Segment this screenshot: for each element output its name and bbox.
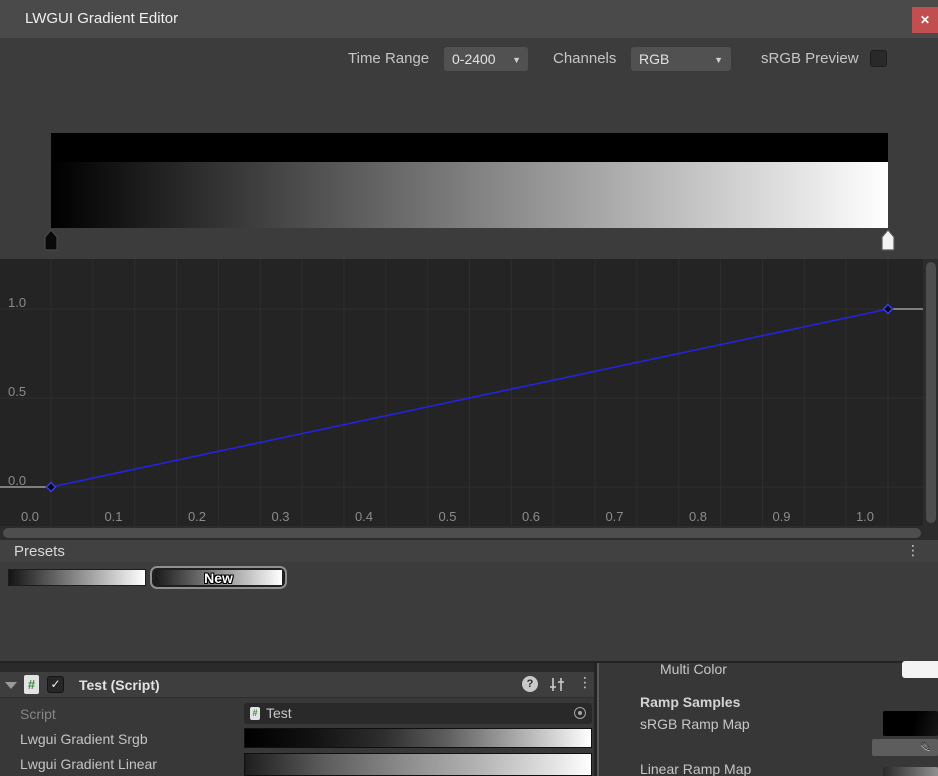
check-icon: ✓ — [50, 677, 60, 691]
linear-ramp-label: Linear Ramp Map — [640, 761, 751, 776]
lwgui-gradient-editor-window: LWGUI Gradient Editor ✕ Time Range 0-240… — [0, 0, 938, 776]
pencil-icon: ✎ — [920, 739, 931, 755]
preset-swatch-new[interactable]: New — [150, 566, 287, 589]
material-panel: Multi Color Ramp Samples sRGB Ramp Map ✎… — [599, 663, 938, 776]
gradient-linear-field[interactable] — [244, 753, 592, 776]
vertical-scrollbar-handle[interactable] — [926, 262, 936, 523]
edit-ramp-button[interactable]: ✎ — [872, 739, 938, 756]
ramp-samples-header: Ramp Samples — [640, 694, 740, 710]
inspector-panel: # ✓ Test (Script) ? ⋮ Script # Test Lwgu… — [0, 663, 594, 776]
x-axis-tick-label: 0.3 — [266, 509, 296, 524]
window-title: LWGUI Gradient Editor — [25, 10, 178, 27]
presets-manager-icon[interactable] — [548, 676, 566, 693]
x-axis-tick-label: 0.5 — [433, 509, 463, 524]
x-axis-tick-label: 0.2 — [182, 509, 212, 524]
gradient-key-left[interactable] — [44, 229, 58, 251]
csharp-script-icon: # — [250, 707, 260, 720]
srgb-preview-label: sRGB Preview — [761, 50, 859, 67]
time-range-value: 0-2400 — [452, 51, 496, 67]
channels-value: RGB — [639, 51, 669, 67]
inspector-top-gap — [0, 663, 594, 672]
close-icon: ✕ — [920, 13, 930, 27]
horizontal-scrollbar-handle[interactable] — [3, 528, 921, 538]
preset-new-label: New — [152, 570, 285, 586]
chevron-down-icon: ▼ — [512, 48, 521, 72]
gradient-srgb-label: Lwgui Gradient Srgb — [20, 731, 148, 747]
multi-color-swatch[interactable] — [902, 661, 938, 678]
x-axis-tick-label: 0.8 — [683, 509, 713, 524]
foldout-triangle-icon[interactable] — [5, 682, 17, 689]
time-range-dropdown[interactable]: 0-2400 ▼ — [444, 47, 528, 71]
channels-label: Channels — [553, 50, 616, 67]
linear-ramp-thumbnail[interactable] — [883, 767, 938, 776]
kebab-menu-icon[interactable]: ⋮ — [906, 542, 920, 559]
kebab-menu-icon[interactable]: ⋮ — [578, 674, 592, 691]
presets-header-bar: Presets ⋮ — [0, 540, 938, 562]
y-axis-tick-label: 0.5 — [8, 384, 32, 399]
x-axis-tick-label: 0.9 — [767, 509, 797, 524]
srgb-ramp-thumbnail[interactable] — [883, 711, 938, 736]
time-range-label: Time Range — [348, 50, 429, 67]
close-button[interactable]: ✕ — [912, 7, 938, 33]
script-object-value: Test — [266, 705, 292, 721]
srgb-preview-checkbox[interactable] — [870, 50, 887, 67]
curve-plot[interactable] — [0, 259, 938, 540]
gradient-preview-strip[interactable] — [51, 162, 888, 228]
object-picker-icon[interactable] — [574, 707, 586, 719]
gradient-key-right[interactable] — [881, 229, 895, 251]
gradient-srgb-field[interactable] — [244, 728, 592, 748]
gradient-linear-label: Lwgui Gradient Linear — [20, 756, 157, 772]
y-axis-tick-label: 0.0 — [8, 473, 32, 488]
x-axis-tick-label: 0.6 — [516, 509, 546, 524]
preset-swatch[interactable] — [8, 569, 146, 586]
multi-color-label: Multi Color — [660, 661, 727, 677]
x-axis-tick-label: 1.0 — [850, 509, 880, 524]
presets-header-label: Presets — [14, 543, 65, 560]
x-axis-tick-label: 0.7 — [600, 509, 630, 524]
help-icon[interactable]: ? — [522, 676, 538, 692]
channels-dropdown[interactable]: RGB ▼ — [631, 47, 731, 71]
x-axis-tick-label: 0.1 — [99, 509, 129, 524]
curve-editor[interactable]: 1.0 0.5 0.0 0.0 0.1 0.2 0.3 0.4 0.5 0.6 0.7 0.8 0.9… — [0, 259, 938, 540]
csharp-script-icon: # — [24, 675, 39, 694]
window-titlebar[interactable]: LWGUI Gradient Editor ✕ — [0, 0, 938, 38]
gradient-alpha-strip[interactable] — [51, 133, 888, 162]
y-axis-tick-label: 1.0 — [8, 295, 32, 310]
x-axis-tick-label: 0.0 — [15, 509, 45, 524]
srgb-ramp-label: sRGB Ramp Map — [640, 716, 750, 732]
chevron-down-icon: ▼ — [714, 48, 723, 72]
script-row-label: Script — [20, 706, 56, 722]
component-title: Test (Script) — [79, 677, 160, 693]
x-axis-tick-label: 0.4 — [349, 509, 379, 524]
script-object-field[interactable]: # Test — [244, 703, 592, 724]
component-header[interactable]: # ✓ Test (Script) ? ⋮ — [0, 672, 594, 698]
component-enabled-checkbox[interactable]: ✓ — [47, 676, 64, 693]
